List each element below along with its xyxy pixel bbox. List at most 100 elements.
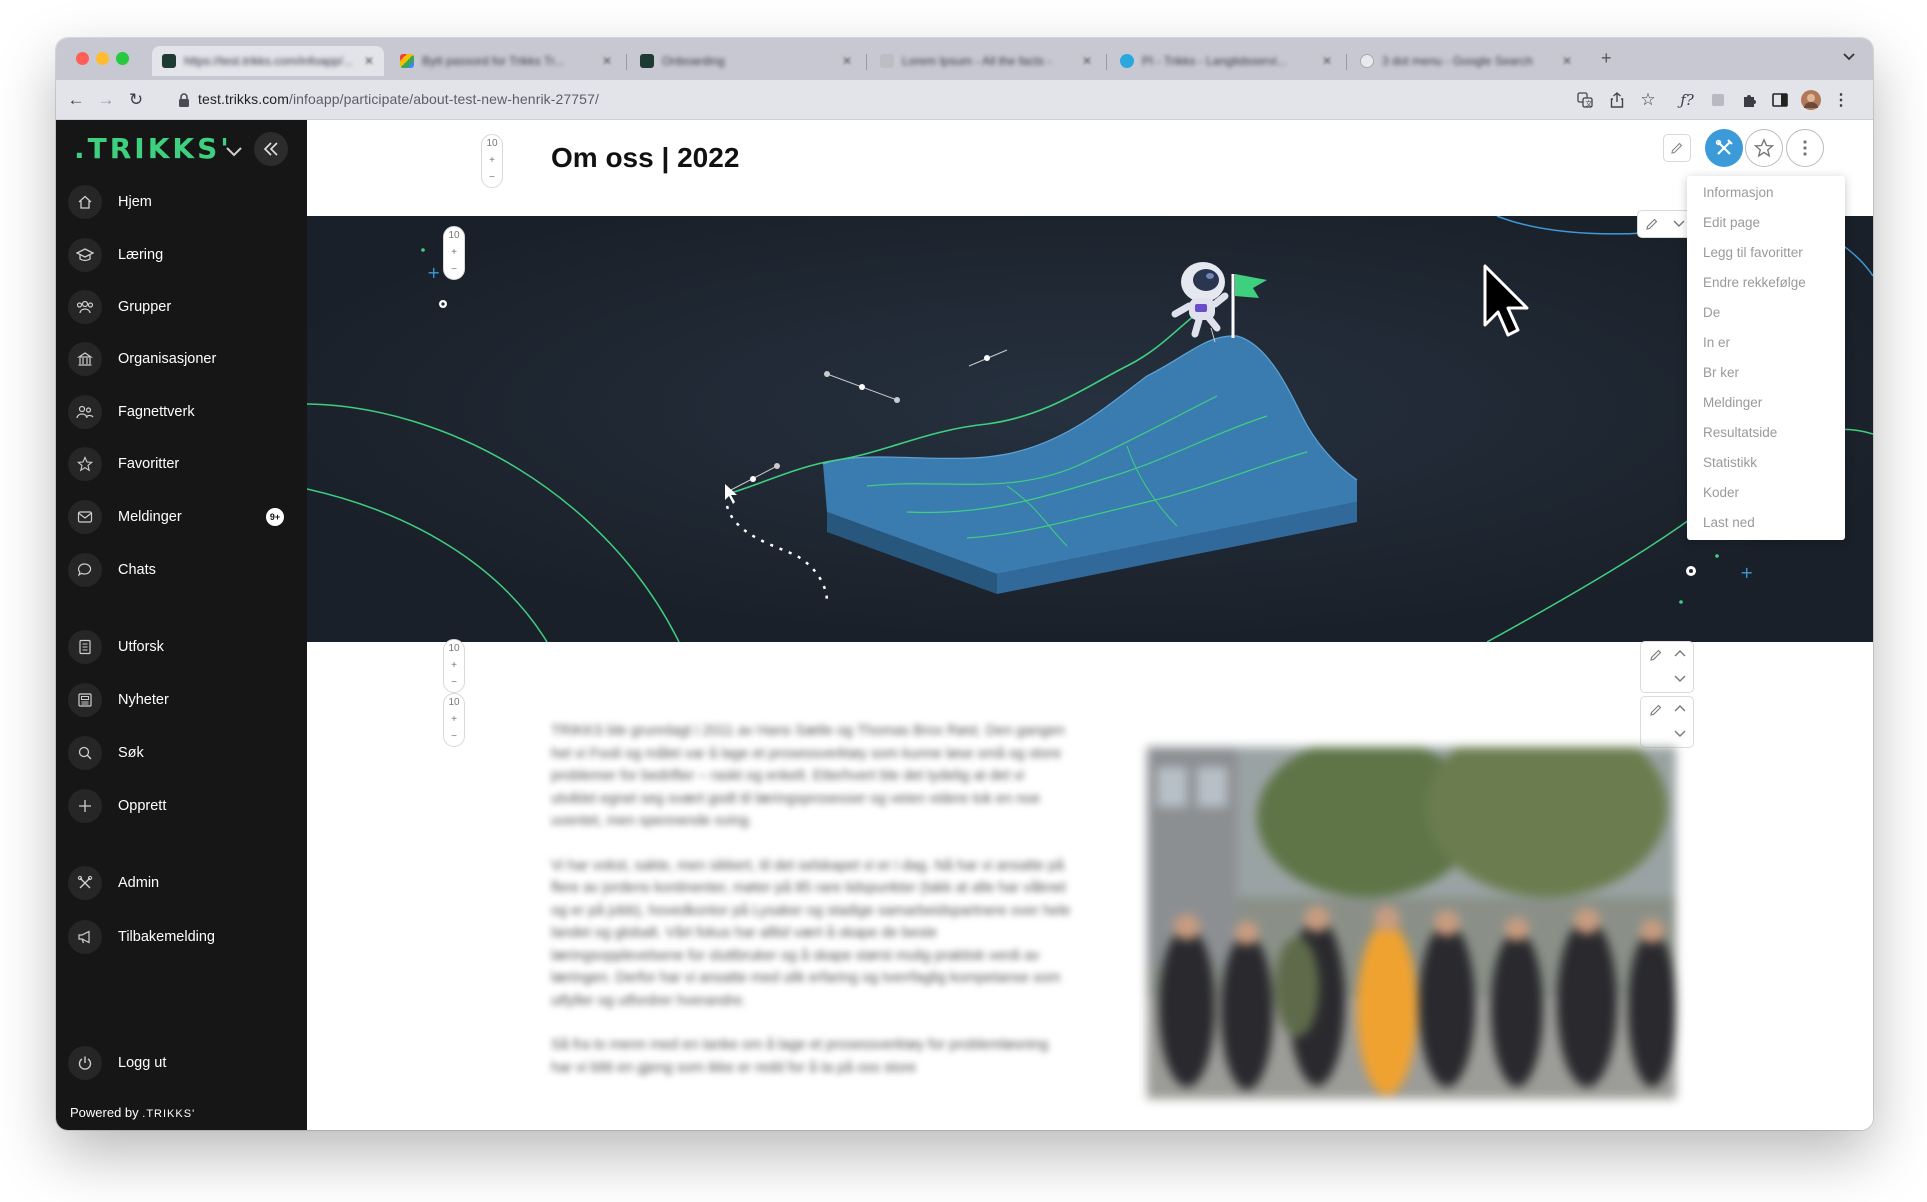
- browser-menu-icon[interactable]: ⋮: [1830, 89, 1852, 111]
- browser-tab-active[interactable]: https://test.trikks.com/infoapp/... ✕: [152, 46, 384, 76]
- text-block-size-stepper[interactable]: 10 + −: [443, 639, 465, 693]
- bookmark-star-icon[interactable]: ☆: [1637, 89, 1659, 111]
- building-icon: [68, 342, 102, 376]
- close-tab-icon[interactable]: ✕: [1562, 54, 1572, 68]
- menu-item-edit-page[interactable]: Edit page: [1687, 208, 1845, 238]
- increase-button[interactable]: +: [489, 154, 495, 168]
- tools-icon: [68, 866, 102, 900]
- decrease-button[interactable]: −: [451, 730, 457, 744]
- close-tab-icon[interactable]: ✕: [1322, 54, 1332, 68]
- back-arrow-icon[interactable]: ←: [64, 88, 88, 112]
- block-edit-controls: [1640, 641, 1694, 693]
- reload-icon[interactable]: ↻: [124, 88, 148, 112]
- extension-grey-icon[interactable]: [1707, 89, 1729, 111]
- hero-size-stepper[interactable]: 10 + −: [443, 226, 465, 280]
- collapse-sidebar-button[interactable]: [254, 132, 288, 166]
- increase-button[interactable]: +: [451, 659, 457, 673]
- browser-tab[interactable]: Lorem Ipsum - All the facts - ✕: [870, 46, 1102, 76]
- sidebar-item-tilbakemelding[interactable]: Tilbakemelding: [68, 918, 296, 956]
- browser-tab[interactable]: Bytt passord for Trikks Tr... ✕: [390, 46, 622, 76]
- power-icon: [68, 1046, 102, 1080]
- edit-title-button[interactable]: [1663, 134, 1691, 162]
- increase-button[interactable]: +: [451, 246, 457, 260]
- sidebar-item-utforsk[interactable]: Utforsk: [68, 628, 296, 666]
- sidebar-item-favoritter[interactable]: Favoritter: [68, 445, 296, 483]
- sidebar-item-admin[interactable]: Admin: [68, 864, 296, 902]
- admin-tools-button[interactable]: [1705, 129, 1743, 167]
- share-icon[interactable]: [1606, 89, 1628, 111]
- mail-icon: [68, 500, 102, 534]
- chevron-down-icon[interactable]: [223, 140, 245, 162]
- chevron-up-icon[interactable]: [1674, 704, 1686, 712]
- logout-button[interactable]: Logg ut: [68, 1044, 296, 1082]
- favorite-button[interactable]: [1745, 129, 1783, 167]
- decrease-button[interactable]: −: [489, 171, 495, 185]
- three-dots-vertical-icon: [1803, 140, 1807, 156]
- profile-avatar[interactable]: [1800, 89, 1822, 111]
- trikks-logo[interactable]: .TRIKKS': [74, 132, 232, 165]
- browser-tab[interactable]: 3 dot menu - Google Search ✕: [1350, 46, 1582, 76]
- menu-item-5[interactable]: De: [1687, 298, 1845, 328]
- chevron-down-icon[interactable]: [1674, 730, 1686, 738]
- chevron-down-icon[interactable]: [1673, 220, 1685, 228]
- browser-tab[interactable]: PI - Trikks - Langtidsservi... ✕: [1110, 46, 1342, 76]
- menu-item-7[interactable]: Br ker: [1687, 358, 1845, 388]
- forward-arrow-icon[interactable]: →: [94, 88, 118, 112]
- page-title: Om oss | 2022: [551, 142, 740, 173]
- decrease-button[interactable]: −: [451, 263, 457, 277]
- sidebar-item-nyheter[interactable]: Nyheter: [68, 681, 296, 719]
- menu-item-last-ned[interactable]: Last ned: [1687, 508, 1845, 538]
- plus-icon: [68, 789, 102, 823]
- menu-item-resultatside[interactable]: Resultatside: [1687, 418, 1845, 448]
- menu-item-informasjon[interactable]: Informasjon: [1687, 178, 1845, 208]
- svg-text:文: 文: [1585, 99, 1592, 108]
- menu-item-koder[interactable]: Koder: [1687, 478, 1845, 508]
- translate-icon[interactable]: 文: [1574, 89, 1596, 111]
- close-window-button[interactable]: [76, 52, 89, 65]
- pencil-icon[interactable]: [1649, 648, 1663, 662]
- sidebar-item-organisasjoner[interactable]: Organisasjoner: [68, 340, 296, 378]
- menu-item-meldinger[interactable]: Meldinger: [1687, 388, 1845, 418]
- address-bar[interactable]: test.trikks.com/infoapp/participate/abou…: [198, 91, 599, 107]
- menu-item-6[interactable]: In er: [1687, 328, 1845, 358]
- side-panel-icon[interactable]: [1769, 89, 1791, 111]
- close-tab-icon[interactable]: ✕: [364, 54, 374, 68]
- menu-item-endre-rekkefolge[interactable]: Endre rekkefølge: [1687, 268, 1845, 298]
- image-block-size-stepper[interactable]: 10 + −: [443, 693, 465, 747]
- pencil-icon[interactable]: [1649, 703, 1663, 717]
- menu-item-statistikk[interactable]: Statistikk: [1687, 448, 1845, 478]
- menu-item-legg-til-favoritter[interactable]: Legg til favoritter: [1687, 238, 1845, 268]
- maximize-window-button[interactable]: [116, 52, 129, 65]
- tab-strip: https://test.trikks.com/infoapp/... ✕ By…: [56, 38, 1873, 80]
- sidebar-item-meldinger[interactable]: Meldinger 9+: [68, 498, 296, 536]
- block-size-stepper[interactable]: 10 + −: [481, 134, 503, 188]
- sidebar-item-grupper[interactable]: Grupper: [68, 288, 296, 326]
- formula-extension-icon[interactable]: ƒ?: [1676, 89, 1698, 111]
- chevron-down-icon[interactable]: [1674, 675, 1686, 683]
- close-tab-icon[interactable]: ✕: [1082, 54, 1092, 68]
- increase-button[interactable]: +: [451, 713, 457, 727]
- sidebar-item-sok[interactable]: Søk: [68, 734, 296, 772]
- sidebar-item-fagnettverk[interactable]: Fagnettverk: [68, 393, 296, 431]
- sidebar-item-hjem[interactable]: Hjem: [68, 183, 296, 221]
- browser-tab[interactable]: Onboarding ✕: [630, 46, 862, 76]
- unread-badge: 9+: [266, 508, 284, 526]
- minimize-window-button[interactable]: [96, 52, 109, 65]
- sidebar-item-chats[interactable]: Chats: [68, 551, 296, 589]
- powered-by-logo: .TRIKKS': [142, 1108, 196, 1120]
- puzzle-extensions-icon[interactable]: [1738, 89, 1760, 111]
- decrease-button[interactable]: −: [451, 676, 457, 690]
- new-tab-icon[interactable]: +: [1601, 48, 1612, 69]
- main-content: 10 + − Om oss | 2022 + + 10 + − 10 + − 1…: [307, 120, 1873, 1130]
- sidebar-item-opprett[interactable]: Opprett: [68, 787, 296, 825]
- mouse-cursor-icon: [1483, 264, 1529, 337]
- tab-search-chevron-icon[interactable]: [1843, 50, 1855, 64]
- browser-window: https://test.trikks.com/infoapp/... ✕ By…: [56, 38, 1873, 1130]
- pencil-icon[interactable]: [1645, 217, 1659, 231]
- sidebar: .TRIKKS' Hjem Læring Grupper Organisasjo…: [56, 120, 307, 1130]
- close-tab-icon[interactable]: ✕: [602, 54, 612, 68]
- chevron-up-icon[interactable]: [1674, 649, 1686, 657]
- close-tab-icon[interactable]: ✕: [842, 54, 852, 68]
- more-options-button[interactable]: [1786, 129, 1824, 167]
- sidebar-item-laering[interactable]: Læring: [68, 236, 296, 274]
